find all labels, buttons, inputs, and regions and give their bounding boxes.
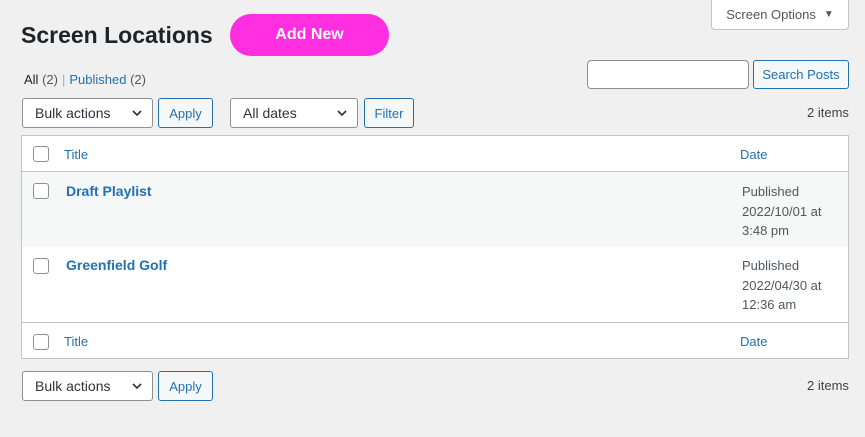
bulk-actions-value: Bulk actions (35, 378, 111, 394)
post-date: 2022/04/30 at (742, 277, 822, 293)
search-input[interactable] (587, 60, 749, 89)
filter-button[interactable]: Filter (364, 98, 414, 128)
table-header: Title Date (22, 136, 848, 172)
view-published-label: Published (69, 72, 127, 87)
view-published[interactable]: Published (2) (69, 72, 146, 87)
caret-down-icon: ▼ (823, 9, 834, 20)
items-count-top: 2 items (807, 105, 849, 120)
select-all-checkbox[interactable] (33, 146, 49, 162)
bulk-actions-select-bottom[interactable]: Bulk actions (22, 371, 153, 401)
column-date-sort[interactable]: Date (740, 147, 767, 162)
row-checkbox[interactable] (33, 258, 49, 274)
table-row: Greenfield Golf Published 2022/04/30 at … (22, 247, 848, 322)
post-status-views: All (2) | Published (2) (24, 72, 146, 88)
view-all-label: All (24, 72, 39, 87)
post-date: 2022/10/01 at (742, 203, 822, 219)
table-footer: Title Date (22, 322, 848, 358)
post-status: Published (742, 184, 800, 199)
bulk-actions-select-top[interactable]: Bulk actions (22, 98, 153, 128)
add-new-button[interactable]: Add New (230, 14, 389, 56)
screen-options-label: Screen Options (726, 7, 816, 22)
view-all-count: (2) (42, 72, 58, 87)
dates-select[interactable]: All dates (230, 98, 358, 128)
column-date-sort-footer[interactable]: Date (740, 334, 767, 349)
date-cell: Published 2022/10/01 at 3:48 pm (742, 182, 842, 241)
post-title-link[interactable]: Draft Playlist (66, 183, 152, 199)
post-title-link[interactable]: Greenfield Golf (66, 257, 167, 273)
post-time: 12:36 am (742, 297, 797, 312)
items-count-bottom: 2 items (807, 378, 849, 393)
search-posts-button[interactable]: Search Posts (753, 60, 849, 89)
table-row: Draft Playlist Published 2022/10/01 at 3… (22, 172, 848, 247)
column-title-sort-footer[interactable]: Title (64, 334, 88, 349)
post-time: 3:48 pm (742, 223, 789, 238)
dates-value: All dates (243, 105, 297, 121)
posts-table: Title Date Draft Playlist Published 2022… (21, 135, 849, 359)
page-title: Screen Locations (21, 22, 213, 48)
row-checkbox[interactable] (33, 183, 49, 199)
bulk-actions-value: Bulk actions (35, 105, 111, 121)
chevron-down-icon (337, 110, 347, 117)
view-published-count: (2) (130, 72, 146, 87)
chevron-down-icon (132, 110, 142, 117)
apply-button-bottom[interactable]: Apply (158, 371, 213, 401)
chevron-down-icon (132, 383, 142, 390)
date-cell: Published 2022/04/30 at 12:36 am (742, 256, 842, 315)
screen-options-button[interactable]: Screen Options ▼ (711, 0, 849, 30)
apply-button-top[interactable]: Apply (158, 98, 213, 128)
post-status: Published (742, 258, 800, 273)
view-all[interactable]: All (2) (24, 72, 58, 87)
column-title-sort[interactable]: Title (64, 147, 88, 162)
select-all-checkbox-footer[interactable] (33, 334, 49, 350)
view-separator: | (61, 72, 66, 87)
